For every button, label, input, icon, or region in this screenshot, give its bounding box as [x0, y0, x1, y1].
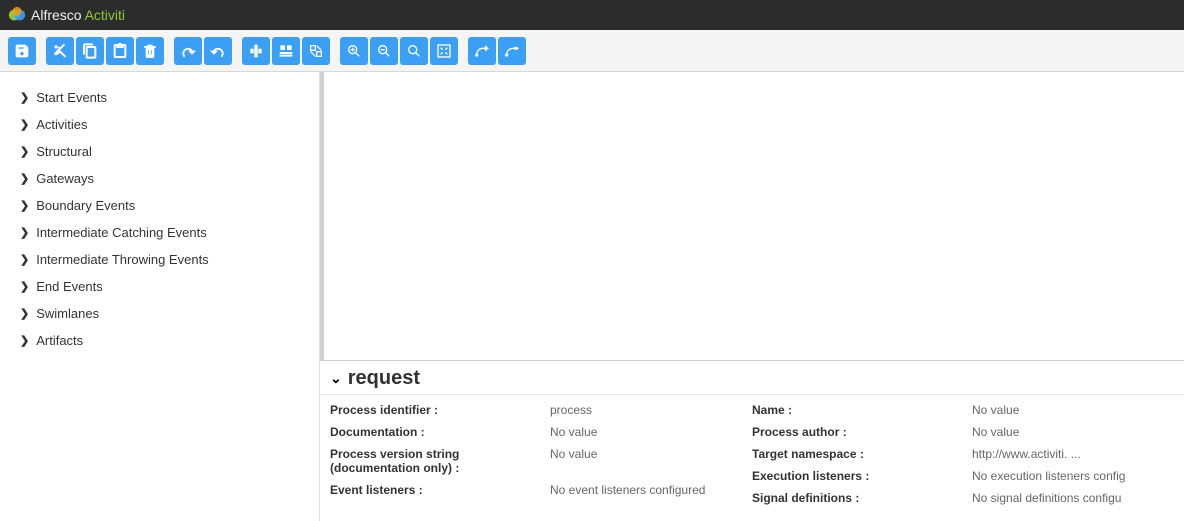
chevron-right-icon: ❯	[20, 334, 29, 347]
properties-panel: ⌄ request Process identifier :processDoc…	[320, 360, 1184, 521]
palette-group-label: Activities	[36, 117, 87, 132]
chevron-right-icon: ❯	[20, 91, 29, 104]
palette-group-label: End Events	[36, 279, 103, 294]
zoom-out-button[interactable]	[370, 37, 398, 65]
chevron-right-icon: ❯	[20, 118, 29, 131]
chevron-right-icon: ❯	[20, 307, 29, 320]
palette-group-label: Intermediate Catching Events	[36, 225, 207, 240]
align-vertical-button[interactable]	[242, 37, 270, 65]
property-row[interactable]: Signal definitions :No signal definition…	[752, 489, 1174, 507]
property-label: Execution listeners :	[752, 467, 972, 485]
remove-bendpoint-button[interactable]	[498, 37, 526, 65]
align-horizontal-button[interactable]	[272, 37, 300, 65]
same-size-button[interactable]	[302, 37, 330, 65]
palette-group-activities[interactable]: ❯ Activities	[6, 111, 313, 138]
delete-button[interactable]	[136, 37, 164, 65]
properties-header[interactable]: ⌄ request	[320, 361, 1184, 394]
palette-group-label: Artifacts	[36, 333, 83, 348]
property-row[interactable]: Process identifier :process	[330, 401, 752, 419]
logo-icon	[8, 6, 26, 24]
canvas[interactable]	[320, 72, 1184, 360]
properties-title: request	[348, 367, 420, 390]
redo-button[interactable]	[174, 37, 202, 65]
palette-group-structural[interactable]: ❯ Structural	[6, 138, 313, 165]
property-label: Process author :	[752, 423, 972, 441]
paste-button[interactable]	[106, 37, 134, 65]
palette-group-gateways[interactable]: ❯ Gateways	[6, 165, 313, 192]
property-value: No value	[550, 445, 752, 477]
palette-group-label: Boundary Events	[36, 198, 135, 213]
copy-button[interactable]	[76, 37, 104, 65]
add-bendpoint-button[interactable]	[468, 37, 496, 65]
property-row[interactable]: Process version string (documentation on…	[330, 445, 752, 477]
zoom-actual-button[interactable]	[400, 37, 428, 65]
chevron-right-icon: ❯	[20, 253, 29, 266]
property-row[interactable]: Target namespace :http://www.activiti. .…	[752, 445, 1174, 463]
chevron-right-icon: ❯	[20, 172, 29, 185]
property-value: No signal definitions configu	[972, 489, 1174, 507]
property-value: No execution listeners config	[972, 467, 1174, 485]
palette-group-boundary-events[interactable]: ❯ Boundary Events	[6, 192, 313, 219]
palette-group-artifacts[interactable]: ❯ Artifacts	[6, 327, 313, 354]
palette-group-start-events[interactable]: ❯ Start Events	[6, 84, 313, 111]
canvas-wrap: ⌄ request Process identifier :processDoc…	[320, 72, 1184, 521]
zoom-in-button[interactable]	[340, 37, 368, 65]
property-label: Name :	[752, 401, 972, 419]
property-label: Target namespace :	[752, 445, 972, 463]
property-value: http://www.activiti. ...	[972, 445, 1174, 463]
palette-group-end-events[interactable]: ❯ End Events	[6, 273, 313, 300]
property-label: Documentation :	[330, 423, 550, 441]
chevron-right-icon: ❯	[20, 145, 29, 158]
palette-group-label: Structural	[36, 144, 92, 159]
property-label: Event listeners :	[330, 481, 550, 499]
palette-group-intermediate-catching-events[interactable]: ❯ Intermediate Catching Events	[6, 219, 313, 246]
property-row[interactable]: Name :No value	[752, 401, 1174, 419]
property-value: No event listeners configured	[550, 481, 752, 499]
property-value: No value	[972, 423, 1174, 441]
palette-sidebar: ❯ Start Events ❯ Activities ❯ Structural ❯ Gate…	[0, 72, 320, 521]
property-row[interactable]: Execution listeners :No execution listen…	[752, 467, 1174, 485]
property-row[interactable]: Process author :No value	[752, 423, 1174, 441]
property-label: Process version string (documentation on…	[330, 445, 550, 477]
property-label: Process identifier :	[330, 401, 550, 419]
zoom-fit-button[interactable]	[430, 37, 458, 65]
property-value: No value	[550, 423, 752, 441]
palette-group-label: Swimlanes	[36, 306, 99, 321]
palette-group-intermediate-throwing-events[interactable]: ❯ Intermediate Throwing Events	[6, 246, 313, 273]
palette-group-label: Gateways	[36, 171, 94, 186]
palette-group-swimlanes[interactable]: ❯ Swimlanes	[6, 300, 313, 327]
chevron-right-icon: ❯	[20, 280, 29, 293]
property-value: No value	[972, 401, 1174, 419]
undo-button[interactable]	[204, 37, 232, 65]
header-bar: Alfresco Activiti	[0, 0, 1184, 30]
palette-group-label: Start Events	[36, 90, 107, 105]
property-row[interactable]: Event listeners :No event listeners conf…	[330, 481, 752, 499]
property-row[interactable]: Documentation :No value	[330, 423, 752, 441]
chevron-right-icon: ❯	[20, 199, 29, 212]
chevron-down-icon: ⌄	[330, 370, 342, 387]
palette-group-label: Intermediate Throwing Events	[36, 252, 208, 267]
brand-alfresco: Alfresco	[31, 7, 82, 23]
brand-activiti: Activiti	[85, 7, 125, 23]
main-area: ❯ Start Events ❯ Activities ❯ Structural ❯ Gate…	[0, 72, 1184, 521]
toolbar	[0, 30, 1184, 72]
save-button[interactable]	[8, 37, 36, 65]
cut-button[interactable]	[46, 37, 74, 65]
property-value: process	[550, 401, 752, 419]
property-label: Signal definitions :	[752, 489, 972, 507]
chevron-right-icon: ❯	[20, 226, 29, 239]
